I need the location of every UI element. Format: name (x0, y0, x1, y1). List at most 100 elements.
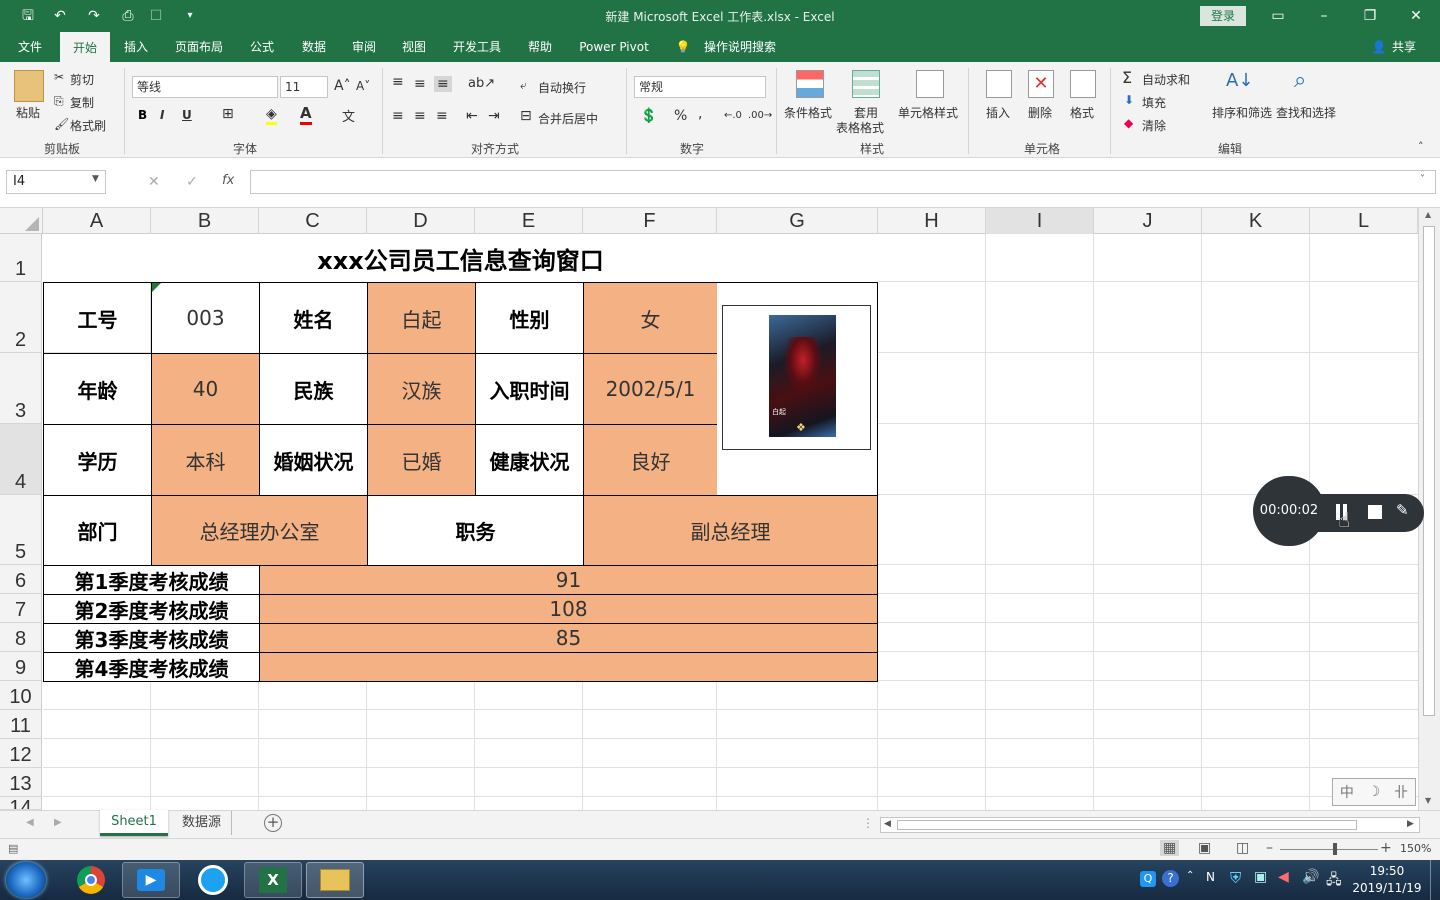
font-size-combo[interactable]: 11 (280, 76, 328, 98)
accounting-format-icon[interactable]: 💲 (640, 108, 657, 124)
horizontal-scrollbar[interactable]: ◀ ▶ (880, 817, 1420, 833)
autosum-button[interactable]: 自动求和 (1142, 71, 1190, 88)
value-ethnicity[interactable]: 汉族 (367, 353, 476, 425)
copy-button[interactable]: 复制 (70, 94, 94, 111)
ime-mode-chinese[interactable]: 中 (1340, 782, 1354, 802)
sign-in-button[interactable]: 登录 (1200, 6, 1246, 26)
tab-formulas[interactable]: 公式 (240, 32, 284, 62)
expand-formula-icon[interactable]: ˅ (1420, 174, 1425, 185)
column-header-i[interactable]: I (986, 208, 1094, 234)
format-painter-button[interactable]: 格式刷 (70, 117, 106, 134)
format-as-table-line2[interactable]: 表格格式 (836, 119, 884, 136)
label-hire-date[interactable]: 入职时间 (475, 353, 584, 425)
label-q4-score[interactable]: 第4季度考核成绩 (43, 652, 260, 682)
normal-view-icon[interactable]: ▦ (1160, 840, 1180, 856)
label-health[interactable]: 健康状况 (475, 424, 584, 496)
print-preview-icon[interactable]: ⎙ (118, 6, 138, 26)
value-age[interactable]: 40 (151, 353, 260, 425)
row-header-11[interactable]: 11 (0, 710, 42, 739)
row-header-9[interactable]: 9 (0, 652, 42, 681)
tray-help-icon[interactable]: ? (1162, 870, 1179, 887)
scroll-left-icon[interactable]: ◀ (884, 819, 891, 829)
top-align-icon[interactable]: ≡ (392, 74, 404, 90)
formula-input[interactable] (250, 170, 1436, 194)
name-box-dropdown-icon[interactable]: ▼ (92, 174, 99, 184)
zoom-slider[interactable] (1280, 849, 1378, 850)
vertical-scroll-thumb[interactable] (1423, 226, 1435, 716)
wrap-text-icon[interactable]: ⤶ (520, 78, 527, 93)
tab-help[interactable]: 帮助 (518, 32, 562, 62)
row-header-12[interactable]: 12 (0, 739, 42, 768)
row-header-6[interactable]: 6 (0, 565, 42, 594)
tab-data[interactable]: 数据 (292, 32, 336, 62)
font-name-combo[interactable]: 等线 (132, 76, 278, 98)
clear-icon[interactable]: ◆ (1124, 116, 1133, 130)
row-header-3[interactable]: 3 (0, 353, 42, 424)
column-header-d[interactable]: D (367, 208, 475, 234)
conditional-formatting-icon[interactable] (796, 70, 824, 98)
name-box[interactable]: I4 (6, 170, 106, 194)
value-gender[interactable]: 女 (583, 282, 718, 354)
label-q3-score[interactable]: 第3季度考核成绩 (43, 623, 260, 653)
format-cells-button[interactable]: 格式 (1070, 104, 1094, 121)
row-header-4[interactable]: 4 (0, 424, 42, 495)
row-header-7[interactable]: 7 (0, 594, 42, 623)
value-marital-status[interactable]: 已婚 (367, 424, 476, 496)
value-education[interactable]: 本科 (151, 424, 260, 496)
restore-icon[interactable]: ❐ (1360, 6, 1380, 26)
format-as-table-icon[interactable] (852, 70, 880, 98)
cell-styles-icon[interactable] (916, 70, 944, 98)
value-hire-date[interactable]: 2002/5/1 (583, 353, 718, 425)
label-education[interactable]: 学历 (43, 424, 152, 496)
cancel-entry-icon[interactable]: ✕ (148, 174, 160, 190)
decrease-font-icon[interactable]: A˅ (356, 79, 370, 93)
underline-button[interactable]: U (182, 108, 192, 122)
fill-color-icon[interactable]: ◈ (266, 106, 277, 125)
italic-button[interactable]: I (160, 108, 164, 122)
row-header-13[interactable]: 13 (0, 768, 42, 797)
insert-function-icon[interactable]: fx (222, 173, 234, 188)
tray-expand-icon[interactable]: ⌃ (1186, 870, 1194, 881)
format-painter-icon[interactable]: 🖌 (54, 117, 69, 131)
clear-button[interactable]: 清除 (1142, 117, 1166, 134)
value-health[interactable]: 良好 (583, 424, 718, 496)
cloud-app-taskbar-button[interactable] (184, 862, 242, 898)
borders-icon[interactable]: ⊞ (222, 106, 234, 122)
value-q1-score[interactable]: 91 (259, 565, 878, 595)
label-q1-score[interactable]: 第1季度考核成绩 (43, 565, 260, 595)
wrap-text-button[interactable]: 自动换行 (538, 79, 586, 96)
zoom-in-icon[interactable]: + (1380, 840, 1392, 856)
redo-icon[interactable]: ↷ (84, 6, 104, 26)
taskbar-time[interactable]: 19:50 (1352, 864, 1422, 878)
show-desktop-button[interactable] (1430, 860, 1440, 900)
row-header-14[interactable]: 14 (0, 797, 42, 810)
sheet-title[interactable]: xxx公司员工信息查询窗口 (43, 234, 878, 282)
minimize-icon[interactable]: – (1314, 6, 1334, 26)
column-header-b[interactable]: B (151, 208, 259, 234)
tray-volume-icon[interactable]: 🔊 (1302, 869, 1319, 885)
paste-icon[interactable] (14, 70, 44, 102)
decrease-indent-icon[interactable]: ⇤ (466, 108, 478, 124)
explorer-taskbar-button[interactable] (306, 862, 364, 898)
insert-cells-icon[interactable] (986, 70, 1012, 98)
ime-halfwidth-icon[interactable]: ☽ (1368, 784, 1381, 800)
value-employee-id[interactable]: 003 (151, 282, 260, 354)
tab-split-handle-icon[interactable]: ⋮ (862, 816, 874, 830)
autosum-icon[interactable]: Σ (1122, 68, 1132, 87)
sheet-tab-data-source[interactable]: 数据源 (172, 811, 232, 835)
excel-taskbar-button[interactable]: X (244, 862, 302, 898)
fill-icon[interactable]: ⬇ (1124, 93, 1134, 107)
find-select-icon[interactable]: ⌕ (1294, 68, 1306, 93)
row-header-10[interactable]: 10 (0, 681, 42, 710)
number-format-combo[interactable]: 常规 (634, 76, 766, 98)
copy-icon[interactable]: ⎘ (54, 94, 64, 109)
macro-record-icon[interactable]: ▤ (8, 842, 18, 855)
align-right-icon[interactable]: ≡ (436, 108, 448, 124)
delete-cells-button[interactable]: 删除 (1028, 104, 1052, 121)
column-header-f[interactable]: F (583, 208, 717, 234)
decrease-decimal-icon[interactable]: .00→ (748, 110, 772, 121)
label-ethnicity[interactable]: 民族 (259, 353, 368, 425)
label-age[interactable]: 年龄 (43, 353, 152, 425)
sheet-tab-sheet1[interactable]: Sheet1 (100, 810, 168, 836)
employee-photo-frame[interactable]: 白起 ❖ (722, 305, 871, 450)
